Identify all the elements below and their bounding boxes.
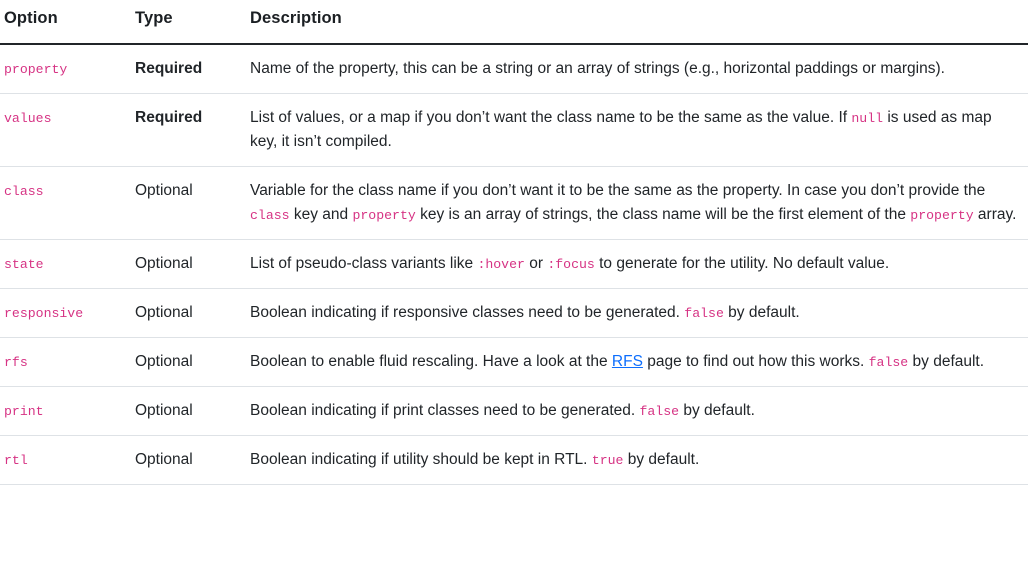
inline-code: class [250,207,290,223]
inline-code: property [352,207,416,223]
cell-option: rtl [0,435,135,485]
type-optional-label: Optional [135,181,193,199]
cell-type: Optional [135,435,250,485]
cell-type: Optional [135,337,250,387]
description-text: Boolean indicating if print classes need… [250,401,640,419]
cell-type: Optional [135,239,250,289]
description-text: Variable for the class name if you don’t… [250,181,986,199]
inline-code: false [684,305,724,321]
cell-type: Required [135,43,250,94]
column-header-option: Option [0,0,135,45]
table-body: property Required Name of the property, th… [0,43,1028,485]
cell-description: List of pseudo-class variants like :hove… [250,239,1028,289]
table-row: class Optional Variable for the class name… [0,166,1028,240]
inline-code: false [639,403,680,419]
table-row: rfs Optional Boolean to enable fluid resca… [0,337,1028,387]
cell-option: values [0,93,135,167]
table-row: rtl Optional Boolean indicating if utility… [0,435,1028,485]
option-code-label: values [4,110,52,126]
option-code-label: responsive [4,305,84,321]
type-optional-label: Optional [135,352,193,370]
description-text: key and [289,205,353,223]
description-text: Boolean indicating if utility should be … [250,450,592,468]
cell-description: Boolean to enable fluid rescaling. Have … [250,337,1028,387]
inline-code: :focus [547,256,595,272]
type-optional-label: Optional [135,401,193,419]
cell-type: Optional [135,386,250,436]
description-text: by default. [679,401,755,419]
cell-description: Name of the property, this can be a stri… [250,43,1028,94]
cell-description: Boolean indicating if utility should be … [250,435,1028,485]
table-row: property Required Name of the property, th… [0,43,1028,94]
inline-code: null [851,110,884,126]
column-header-type: Type [135,0,250,45]
description-text: Boolean to enable fluid rescaling. Have … [250,352,612,370]
option-code-label: print [4,403,44,419]
option-code-label: state [4,256,44,272]
table-header: Option Type Description [0,0,1028,45]
cell-option: rfs [0,337,135,387]
description-text: array. [973,205,1017,223]
description-text: by default. [908,352,985,370]
cell-option: print [0,386,135,436]
rfs-link[interactable]: RFS [612,353,643,370]
utility-api-options-table-container: Option Type Description property Required… [0,0,1028,485]
type-required-label: Required [135,59,203,77]
inline-code: true [591,452,624,468]
description-text: by default. [623,450,700,468]
cell-option: responsive [0,288,135,338]
description-text: Name of the property, this can be a stri… [250,59,945,77]
option-code-label: rtl [4,452,28,468]
option-code-label: class [4,183,44,199]
cell-description: Boolean indicating if responsive classes… [250,288,1028,338]
type-optional-label: Optional [135,303,193,321]
option-code-label: property [4,61,68,77]
cell-description: Boolean indicating if print classes need… [250,386,1028,436]
cell-option: property [0,43,135,94]
type-optional-label: Optional [135,254,193,272]
table-row: values Required List of values, or a map i… [0,93,1028,167]
type-required-label: Required [135,108,203,126]
cell-type: Required [135,93,250,167]
inline-code: false [868,354,909,370]
type-optional-label: Optional [135,450,193,468]
table-row: print Optional Boolean indicating if print… [0,386,1028,436]
description-text: to generate for the utility. No default … [594,254,890,272]
description-text: List of values, or a map if you don’t wa… [250,108,852,126]
cell-type: Optional [135,166,250,240]
inline-code: :hover [477,256,525,272]
description-text: by default. [723,303,800,321]
table-row: responsive Optional Boolean indicating if … [0,288,1028,338]
cell-option: state [0,239,135,289]
cell-type: Optional [135,288,250,338]
cell-description: List of values, or a map if you don’t wa… [250,93,1028,167]
cell-option: class [0,166,135,240]
utility-api-options-table: Option Type Description property Required… [0,0,1028,485]
description-text: or [524,254,548,272]
option-code-label: rfs [4,354,28,370]
column-header-description: Description [250,0,1028,45]
table-header-row: Option Type Description [0,0,1028,45]
inline-code: property [910,207,974,223]
description-text: key is an array of strings, the class na… [415,205,911,223]
description-text: Boolean indicating if responsive classes… [250,303,685,321]
description-text: page to find out how this works. [642,352,869,370]
table-row: state Optional List of pseudo-class varian… [0,239,1028,289]
description-text: List of pseudo-class variants like [250,254,478,272]
cell-description: Variable for the class name if you don’t… [250,166,1028,240]
